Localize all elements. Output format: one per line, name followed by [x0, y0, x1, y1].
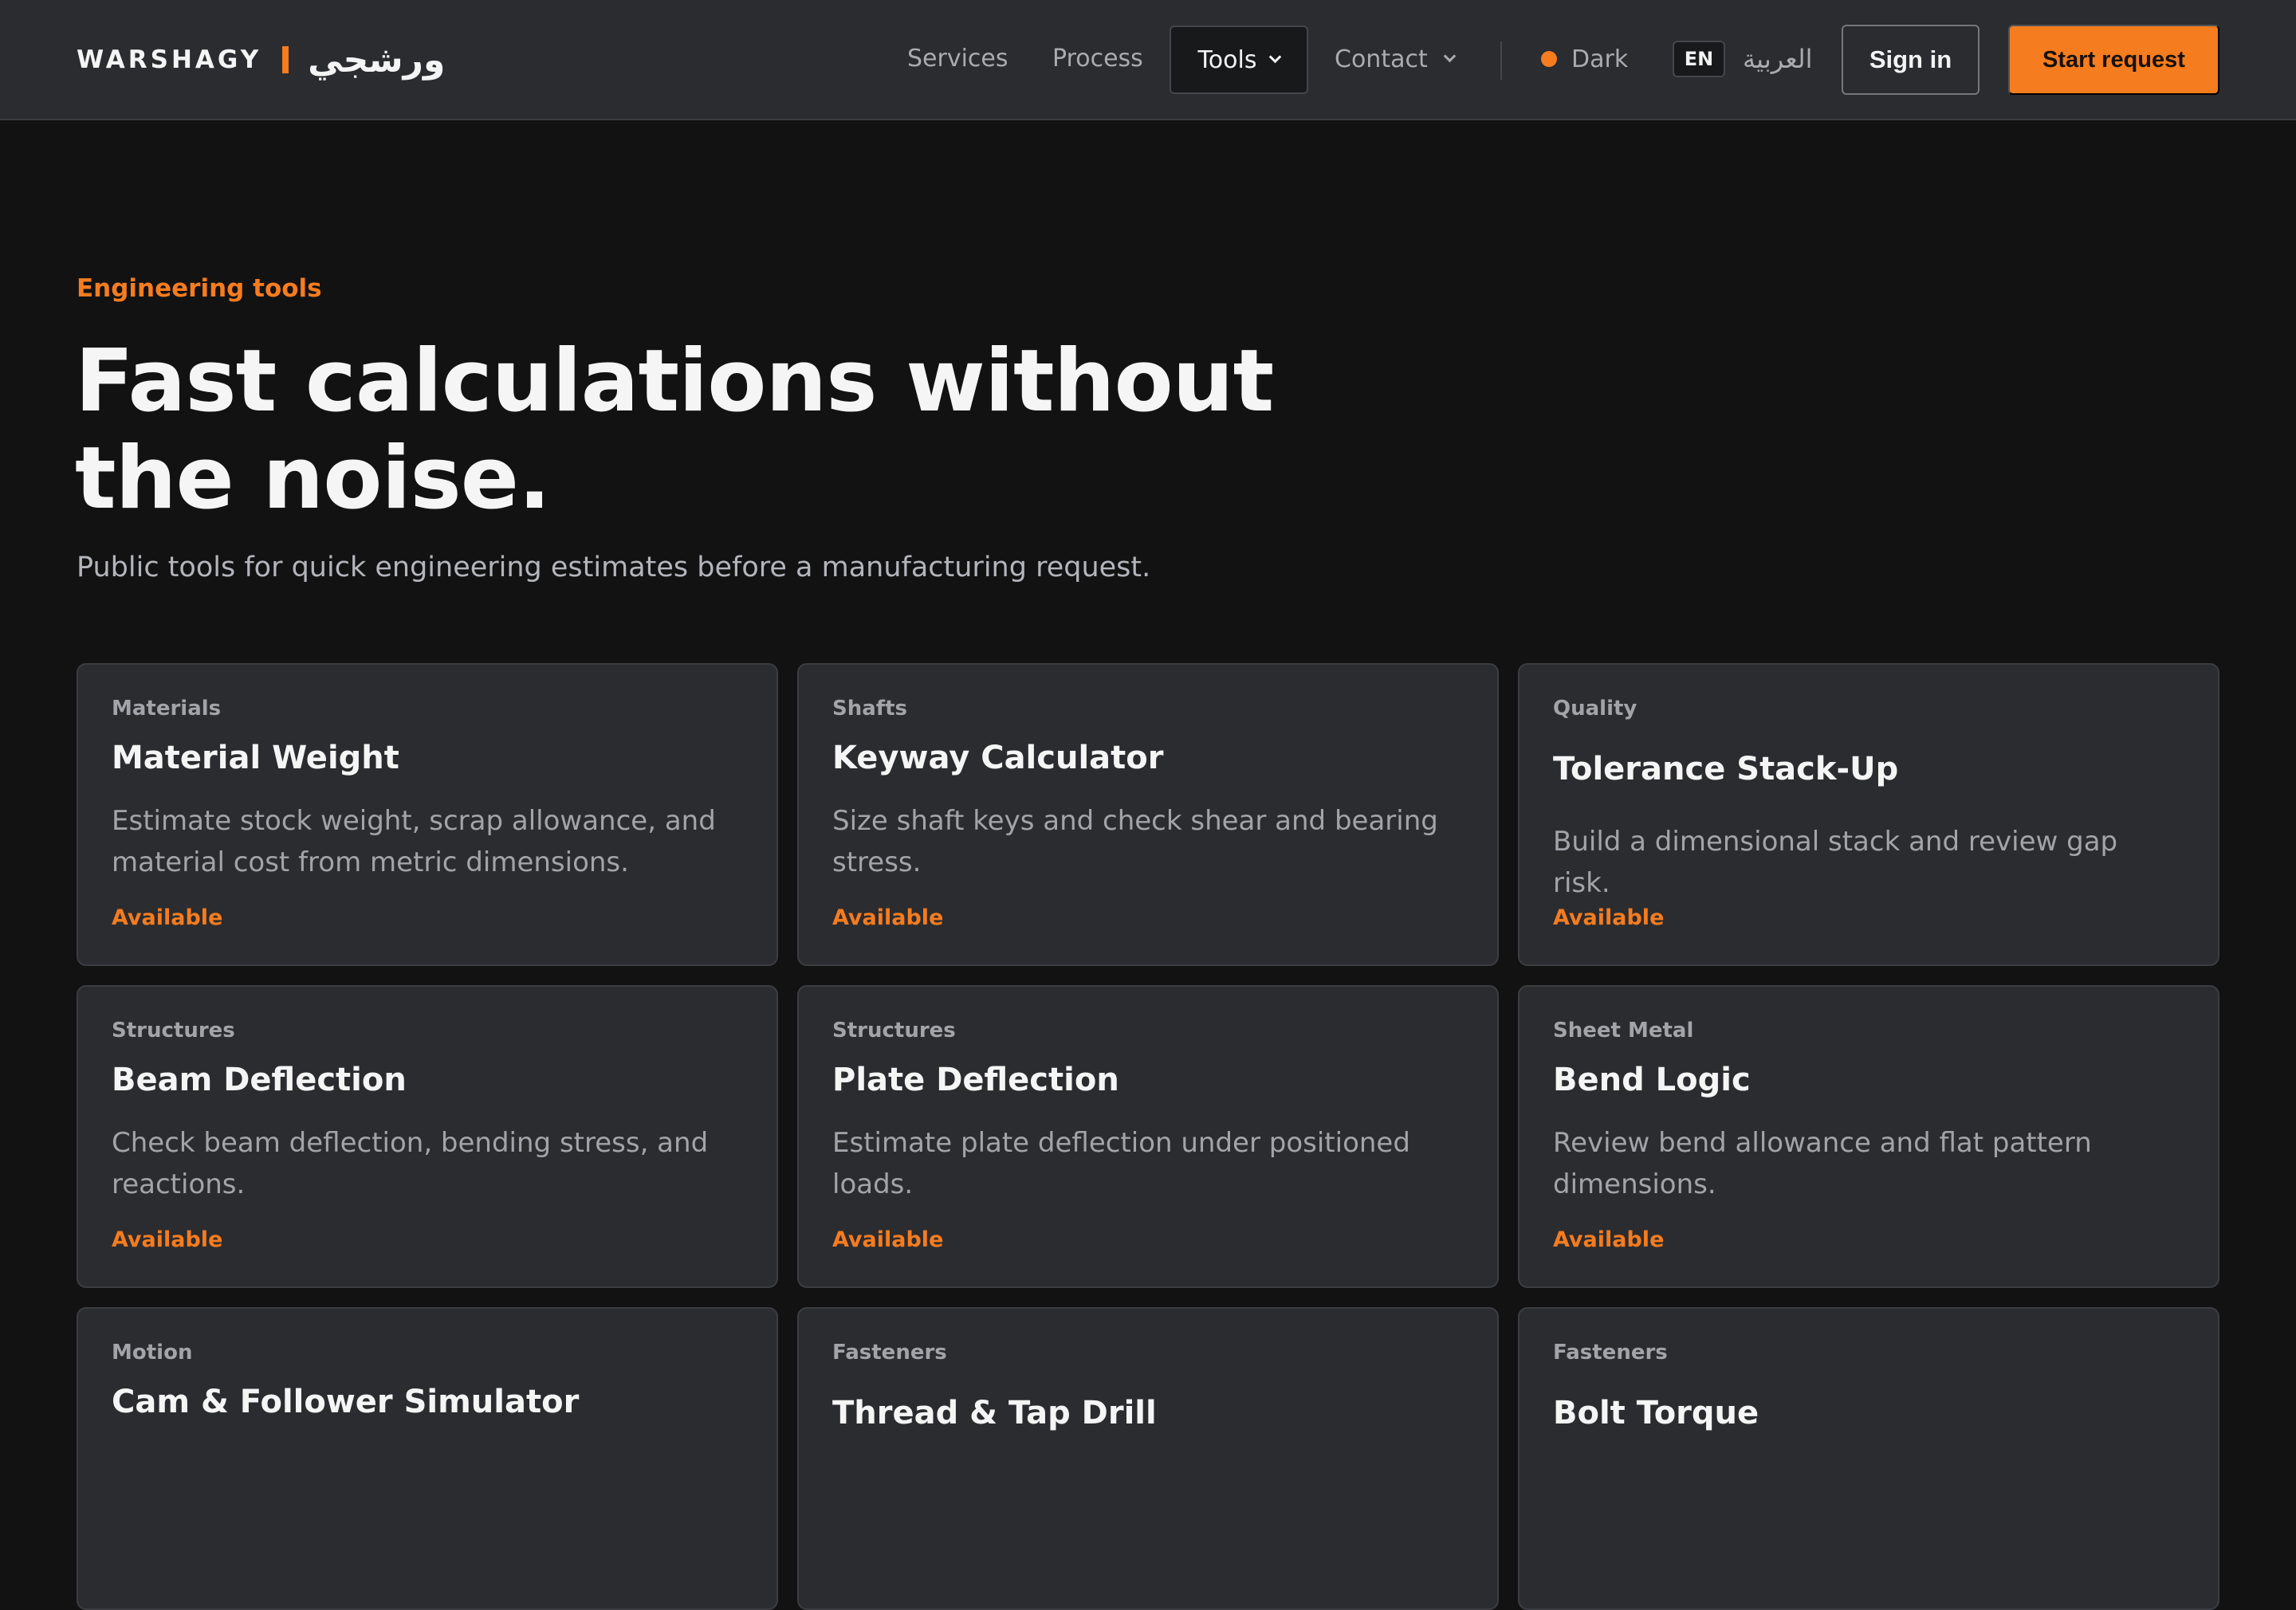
tool-card-description: Estimate stock weight, scrap allowance, … [112, 805, 716, 878]
tool-card-status: Available [1553, 905, 1665, 930]
nav-tools-dropdown[interactable]: Tools [1170, 26, 1308, 94]
language-switcher: EN العربية [1673, 41, 1812, 77]
nav-services-link[interactable]: Services [907, 41, 1008, 77]
tool-card-title: Plate Deflection [832, 1062, 1119, 1098]
tool-card-tolerance-stack-up[interactable]: Quality Tolerance Stack-Up Build a dimen… [1518, 663, 2219, 966]
tool-card-title: Bolt Torque [1553, 1395, 1759, 1431]
site-header: WARSHAGY ورشجي Services Process Tools Co… [0, 0, 2296, 120]
tool-card-keyway-calculator[interactable]: Shafts Keyway Calculator Size shaft keys… [797, 663, 1499, 966]
tool-card-category: Motion [112, 1341, 193, 1365]
page-title-line-1: Fast calculations without [75, 332, 1274, 431]
tool-card-title: Beam Deflection [112, 1062, 407, 1098]
tool-card-status: Available [112, 905, 223, 930]
language-en-button[interactable]: EN [1673, 41, 1725, 77]
brand-name-latin: WARSHAGY [77, 45, 262, 74]
tool-card-title: Keyway Calculator [832, 740, 1164, 776]
tool-card-status: Available [112, 1227, 223, 1252]
tool-card-cam-follower-simulator[interactable]: Motion Cam & Follower Simulator [77, 1307, 778, 1610]
tool-card-category: Structures [832, 1019, 956, 1043]
start-request-button[interactable]: Start request [2008, 25, 2219, 95]
tool-card-title: Tolerance Stack-Up [1553, 751, 1899, 787]
hero-eyebrow: Engineering tools [77, 274, 322, 303]
tool-card-plate-deflection[interactable]: Structures Plate Deflection Estimate pla… [797, 985, 1499, 1288]
nav-process-link[interactable]: Process [1052, 41, 1143, 77]
brand-logo[interactable]: WARSHAGY ورشجي [77, 35, 445, 84]
nav-contact-dropdown[interactable]: Contact [1335, 41, 1456, 77]
tool-card-bend-logic[interactable]: Sheet Metal Bend Logic Review bend allow… [1518, 985, 2219, 1288]
tool-card-title: Bend Logic [1553, 1062, 1751, 1098]
tool-card-description: Estimate plate deflection under position… [832, 1127, 1410, 1200]
page-title: Fast calculations without the noise. [75, 333, 1430, 528]
theme-toggle[interactable]: Dark [1541, 41, 1628, 77]
nav-divider [1500, 41, 1502, 80]
tool-card-category: Fasteners [832, 1341, 947, 1365]
tool-card-category: Quality [1553, 697, 1637, 721]
nav-tools-label: Tools [1197, 45, 1257, 74]
tool-card-status: Available [1553, 1227, 1665, 1252]
tool-card-category: Shafts [832, 697, 907, 721]
tool-card-beam-deflection[interactable]: Structures Beam Deflection Check beam de… [77, 985, 778, 1288]
tool-card-material-weight[interactable]: Materials Material Weight Estimate stock… [77, 663, 778, 966]
tool-card-description: Check beam deflection, bending stress, a… [112, 1127, 709, 1200]
tool-card-category: Structures [112, 1019, 235, 1043]
tool-card-category: Materials [112, 697, 222, 721]
tools-grid: Materials Material Weight Estimate stock… [77, 663, 2219, 1610]
theme-dot-icon [1541, 51, 1557, 67]
chevron-down-icon [1443, 49, 1456, 62]
hero-subtitle: Public tools for quick engineering estim… [77, 552, 1151, 583]
tool-card-category: Fasteners [1553, 1341, 1668, 1365]
nav-contact-label: Contact [1335, 45, 1428, 73]
tool-card-title: Cam & Follower Simulator [112, 1384, 580, 1420]
tool-card-bolt-torque[interactable]: Fasteners Bolt Torque [1518, 1307, 2219, 1610]
tool-card-status: Available [832, 905, 944, 930]
tool-card-title: Material Weight [112, 740, 399, 776]
tool-card-thread-tap-drill[interactable]: Fasteners Thread & Tap Drill [797, 1307, 1499, 1610]
language-ar-button[interactable]: العربية [1743, 44, 1812, 74]
tool-card-status: Available [832, 1227, 944, 1252]
tool-card-category: Sheet Metal [1553, 1019, 1694, 1043]
tool-card-description: Build a dimensional stack and review gap… [1553, 826, 2118, 899]
brand-divider [282, 46, 289, 73]
tool-card-description: Size shaft keys and check shear and bear… [832, 805, 1438, 878]
theme-label: Dark [1571, 45, 1629, 73]
tool-card-description: Review bend allowance and flat pattern d… [1553, 1127, 2092, 1200]
tool-card-title: Thread & Tap Drill [832, 1395, 1157, 1431]
chevron-down-icon [1269, 50, 1282, 63]
sign-in-button[interactable]: Sign in [1842, 25, 1980, 95]
page-title-line-2: the noise. [75, 429, 551, 528]
brand-name-arabic: ورشجي [308, 39, 446, 80]
